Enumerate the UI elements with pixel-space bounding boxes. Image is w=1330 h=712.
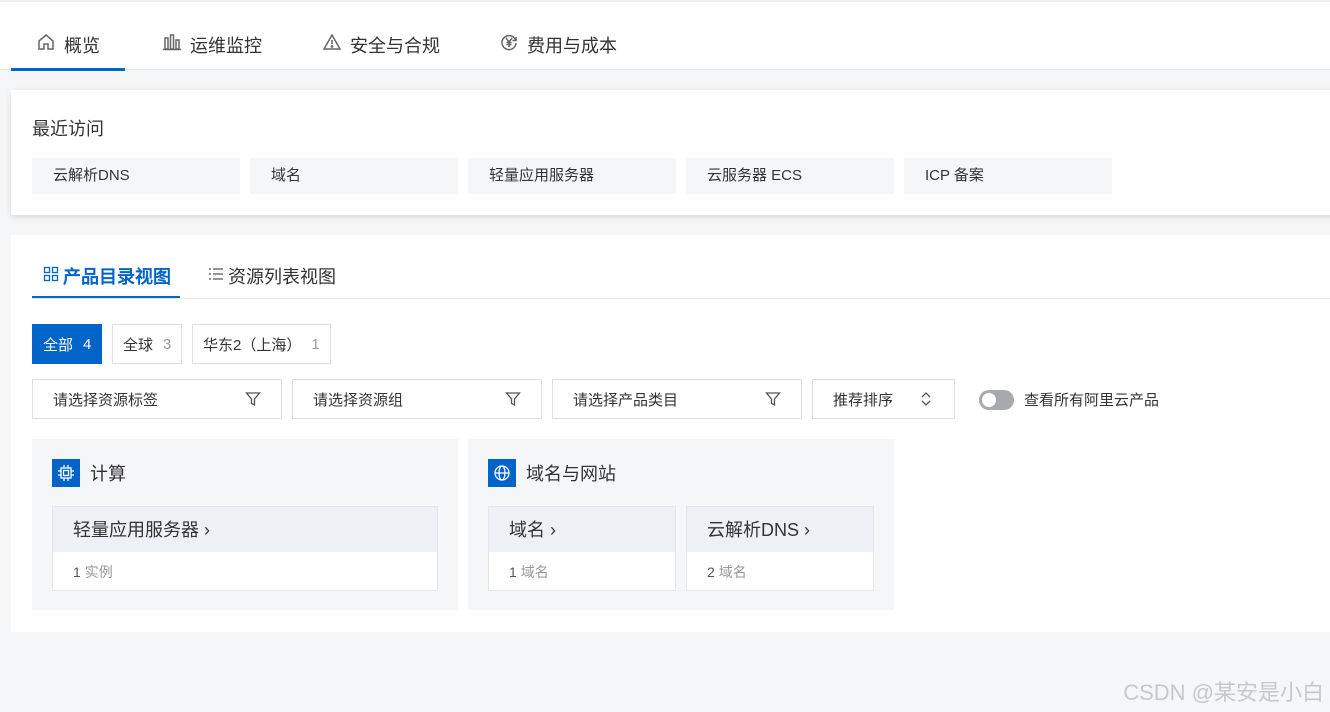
tab-resource-list-label: 资源列表视图 — [228, 267, 336, 287]
region-count: 3 — [163, 335, 172, 353]
show-all-products-label: 查看所有阿里云产品 — [1024, 392, 1160, 409]
tab-resource-list[interactable]: 资源列表视图 — [208, 263, 336, 289]
product-count: 1 — [509, 564, 517, 580]
region-label: 华东2（上海） — [203, 336, 302, 354]
region-count: 1 — [311, 335, 320, 353]
product-stat: 1 实例 — [53, 552, 437, 592]
product-stat: 1 域名 — [489, 552, 675, 592]
bar-chart-icon — [162, 32, 182, 52]
tab-cost[interactable]: 费用与成本 — [499, 20, 617, 70]
product-panel: 产品目录视图 资源列表视图 全部 4 全球 3 华东2（上海） 1 请选择资源标… — [11, 235, 1330, 632]
warning-icon — [322, 32, 342, 52]
product-name: 轻量应用服务器 › — [53, 507, 437, 552]
recent-visits-title: 最近访问 — [32, 119, 104, 139]
product-count: 2 — [707, 564, 715, 580]
category-domain-website: 域名与网站 域名 › 1 域名 云解析DNS › 2 域名 — [468, 439, 894, 610]
product-unit: 实例 — [84, 564, 113, 580]
tab-product-catalog-label: 产品目录视图 — [63, 267, 171, 287]
recent-item-icp[interactable]: ICP 备案 — [904, 158, 1112, 194]
recent-visits-card: 最近访问 云解析DNS 域名 轻量应用服务器 云服务器 ECS ICP 备案 — [11, 90, 1330, 215]
recent-item-domain[interactable]: 域名 — [250, 158, 458, 194]
recent-item-ecs[interactable]: 云服务器 ECS — [686, 158, 894, 194]
product-count: 1 — [73, 564, 81, 580]
region-count: 4 — [83, 335, 92, 353]
product-stat: 2 域名 — [687, 552, 873, 592]
filter-icon — [765, 391, 781, 407]
tab-overview-label: 概览 — [64, 36, 100, 56]
product-name: 域名 › — [489, 507, 675, 552]
yuan-icon — [499, 32, 519, 52]
tab-product-catalog[interactable]: 产品目录视图 — [32, 263, 180, 298]
cpu-icon — [52, 459, 80, 487]
watermark: CSDN @某安是小白 — [1123, 680, 1324, 705]
show-all-products-toggle-wrap: 查看所有阿里云产品 — [979, 389, 1159, 410]
product-name: 云解析DNS › — [687, 507, 873, 552]
sort-select[interactable]: 推荐排序 — [812, 379, 955, 419]
sort-label: 推荐排序 — [833, 391, 894, 409]
product-card-lightweight-server[interactable]: 轻量应用服务器 › 1 实例 — [52, 506, 438, 591]
product-unit: 域名 — [520, 564, 549, 580]
tab-monitoring-label: 运维监控 — [190, 36, 262, 56]
region-label: 全球 — [123, 336, 154, 354]
filter-icon — [505, 391, 521, 407]
product-category-placeholder: 请选择产品类目 — [573, 391, 679, 409]
top-nav-tabs: 概览 运维监控 安全与合规 费用与成本 — [0, 0, 1330, 71]
product-card-domain[interactable]: 域名 › 1 域名 — [488, 506, 676, 591]
category-header: 域名与网站 — [488, 459, 616, 487]
tab-security[interactable]: 安全与合规 — [322, 20, 440, 70]
sort-arrows-icon — [918, 391, 934, 407]
tab-monitoring[interactable]: 运维监控 — [162, 20, 262, 70]
view-tabs: 产品目录视图 资源列表视图 — [32, 235, 1330, 299]
product-card-dns[interactable]: 云解析DNS › 2 域名 — [686, 506, 874, 591]
resource-tag-placeholder: 请选择资源标签 — [53, 391, 159, 409]
category-compute: 计算 轻量应用服务器 › 1 实例 — [32, 439, 458, 610]
category-title: 计算 — [90, 464, 126, 484]
filter-icon — [245, 391, 261, 407]
show-all-products-toggle[interactable] — [979, 389, 1014, 410]
product-unit: 域名 — [718, 564, 747, 580]
category-title: 域名与网站 — [526, 464, 616, 484]
category-header: 计算 — [52, 459, 126, 487]
resource-tag-select[interactable]: 请选择资源标签 — [32, 379, 282, 419]
tab-security-label: 安全与合规 — [350, 36, 440, 56]
region-global[interactable]: 全球 3 — [112, 324, 183, 364]
recent-item-lightweight-server[interactable]: 轻量应用服务器 — [468, 158, 676, 194]
list-icon — [208, 266, 224, 287]
tab-overview[interactable]: 概览 — [11, 20, 125, 71]
resource-group-select[interactable]: 请选择资源组 — [292, 379, 542, 419]
region-label: 全部 — [43, 336, 74, 354]
region-east-china-2[interactable]: 华东2（上海） 1 — [192, 324, 331, 364]
grid-icon — [43, 266, 59, 287]
recent-item-dns[interactable]: 云解析DNS — [32, 158, 240, 194]
resource-group-placeholder: 请选择资源组 — [313, 391, 404, 409]
region-all[interactable]: 全部 4 — [32, 324, 103, 364]
globe-icon — [488, 459, 516, 487]
tab-cost-label: 费用与成本 — [527, 36, 617, 56]
product-category-select[interactable]: 请选择产品类目 — [552, 379, 802, 419]
home-icon — [36, 32, 56, 52]
